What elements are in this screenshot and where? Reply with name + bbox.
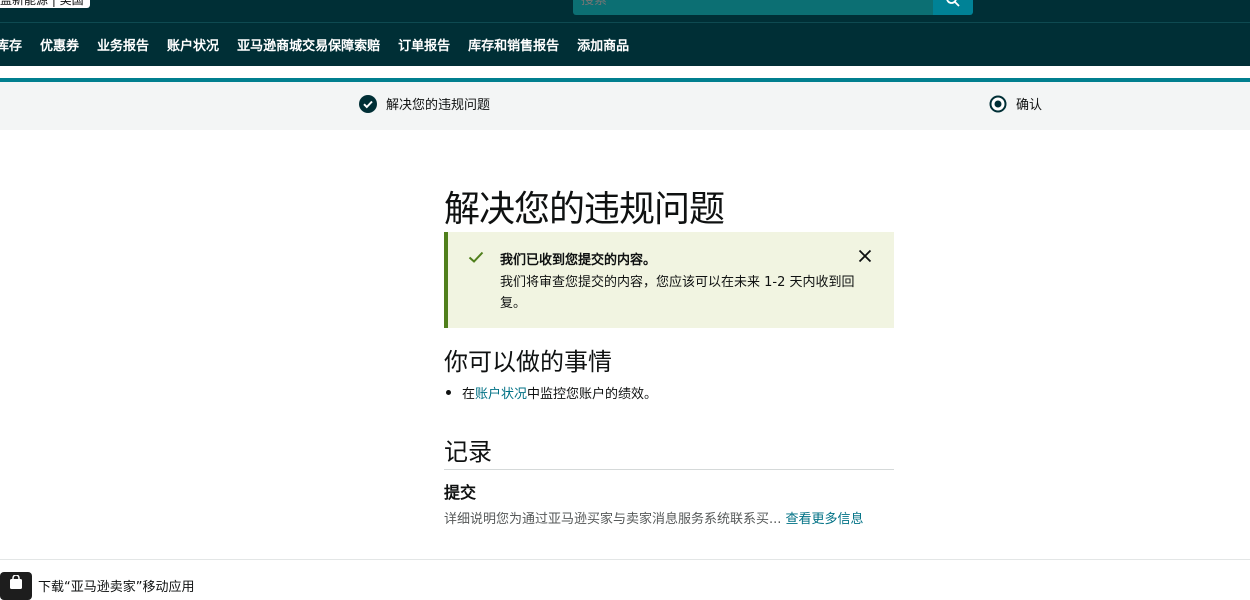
check-icon — [468, 251, 484, 263]
nav-item-order-reports[interactable]: 订单报告 — [398, 35, 450, 54]
search-input[interactable] — [581, 0, 881, 8]
record-detail: 详细说明您为通过亚马逊买家与卖家消息服务系统联系买... 查看更多信息 — [444, 508, 864, 527]
step-resolve-label: 解决您的违规问题 — [386, 98, 491, 113]
step-confirm-label: 确认 — [1016, 98, 1043, 113]
bullet-suffix: 中监控您账户的绩效。 — [527, 387, 658, 402]
search-button[interactable] — [933, 0, 973, 15]
close-icon[interactable] — [858, 249, 872, 263]
radio-selected-icon — [989, 95, 1007, 112]
record-type: 提交 — [444, 483, 477, 502]
nav-item-inventory[interactable]: 库存 — [0, 35, 22, 54]
search-box[interactable] — [573, 0, 933, 15]
page-title: 解决您的违规问题 — [444, 189, 725, 230]
search-icon — [946, 0, 960, 7]
actions-heading: 你可以做的事情 — [444, 348, 612, 376]
bullet-dot — [446, 390, 451, 395]
alert-body: 我们将审查您提交的内容，您应该可以在未来 1-2 天内收到回复。 — [500, 275, 855, 311]
check-circle-icon — [359, 94, 377, 113]
record-detail-text: 详细说明您为通过亚马逊买家与卖家消息服务系统联系买... — [444, 512, 782, 527]
nav-item-business-reports[interactable]: 业务报告 — [97, 35, 149, 54]
alert-title: 我们已收到您提交的内容。 — [500, 253, 657, 268]
records-heading: 记录 — [444, 438, 492, 466]
divider — [444, 469, 894, 470]
success-alert: 我们已收到您提交的内容。 我们将审查您提交的内容，您应该可以在未来 1-2 天内… — [444, 232, 894, 328]
shopping-bag-icon — [10, 575, 22, 589]
main-nav: 库存 优惠券 业务报告 账户状况 亚马逊商城交易保障索赔 订单报告 库存和销售报… — [0, 23, 647, 66]
seller-app-icon[interactable] — [0, 572, 32, 600]
nav-item-coupons[interactable]: 优惠券 — [40, 35, 79, 54]
nav-item-add-product[interactable]: 添加商品 — [577, 35, 629, 54]
footer-divider — [0, 559, 1250, 560]
step-resolve: 解决您的违规问题 — [359, 94, 490, 113]
top-header: 盖新能源 | 美国 库存 优惠券 业务报告 账户状况 亚马逊商城交易保障索赔 订… — [0, 0, 1250, 66]
nav-item-inventory-sales-reports[interactable]: 库存和销售报告 — [468, 35, 559, 54]
nav-item-account-health[interactable]: 账户状况 — [167, 35, 219, 54]
account-health-link[interactable]: 账户状况 — [475, 383, 527, 402]
step-confirm: 确认 — [989, 94, 1042, 113]
store-selector[interactable]: 盖新能源 | 美国 — [0, 0, 90, 8]
nav-item-a-to-z-claims[interactable]: 亚马逊商城交易保障索赔 — [237, 35, 380, 54]
view-more-link[interactable]: 查看更多信息 — [786, 512, 864, 527]
list-item: 在 账户状况 中监控您账户的绩效。 — [444, 383, 657, 402]
bullet-prefix: 在 — [462, 387, 476, 402]
step-indicator: 解决您的违规问题 确认 — [0, 82, 1250, 130]
download-app-link[interactable]: 下载“亚马逊卖家”移动应用 — [38, 576, 194, 595]
